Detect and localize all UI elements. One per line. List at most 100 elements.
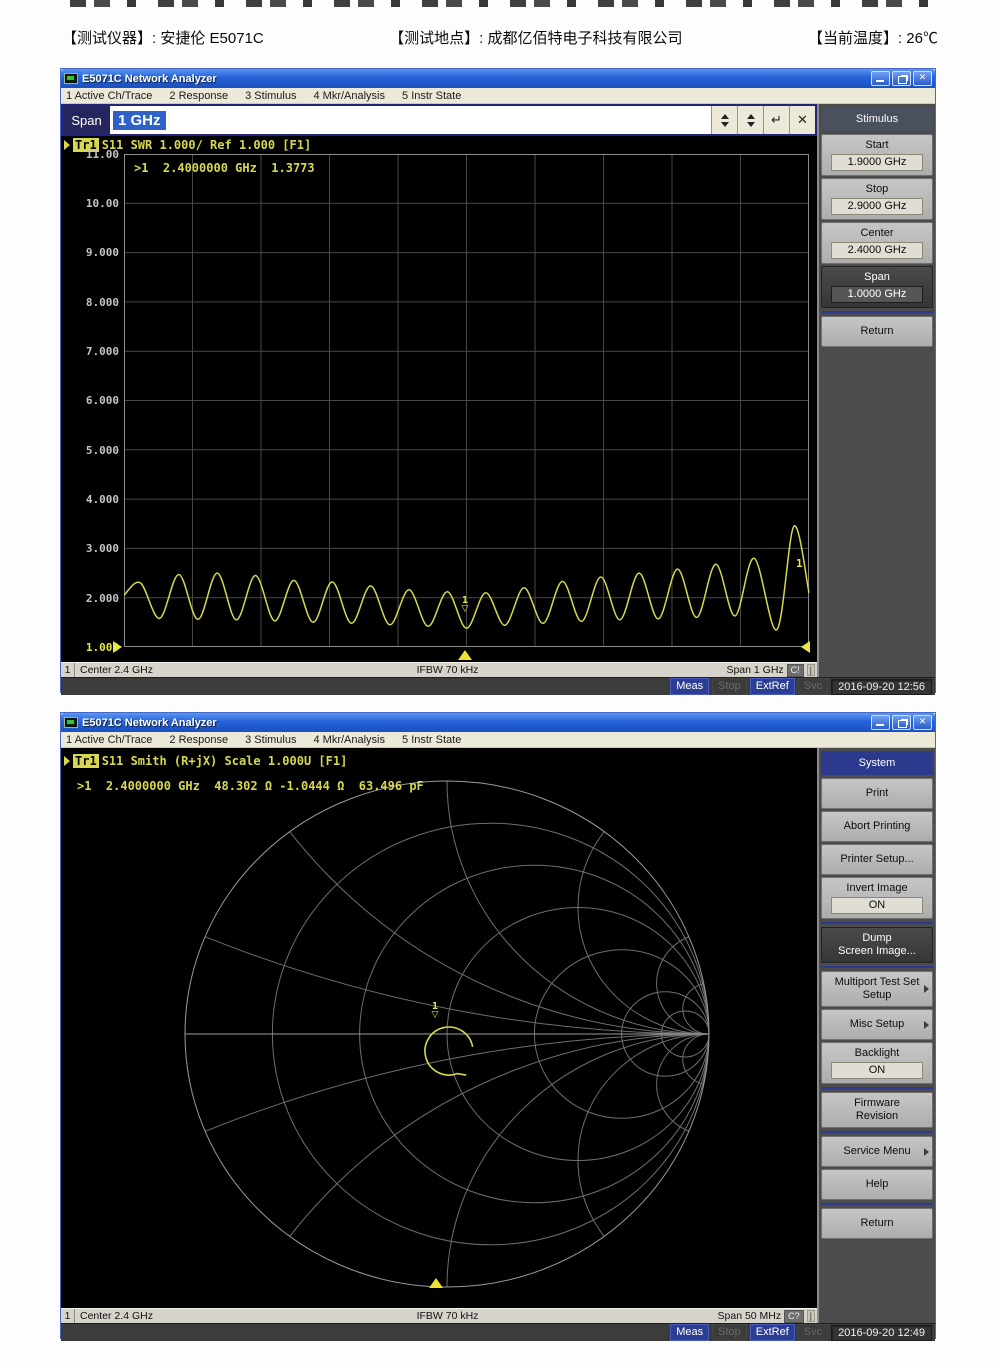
trace-tag: Tr1 (73, 754, 99, 768)
channel-number: 1 (61, 1309, 75, 1323)
y-tick-label: 5.000 (65, 444, 119, 457)
softkey-start[interactable]: Start 1.9000 GHz (821, 134, 933, 176)
close-button[interactable]: ✕ (913, 715, 932, 730)
trace-desc: S11 Smith (R+jX) Scale 1.000U [F1] (102, 754, 348, 768)
marker-readout: >1 2.4000000 GHz 48.302 Ω -1.0444 Ω 63.4… (77, 779, 424, 793)
swr-plot (124, 154, 810, 662)
menu-stimulus[interactable]: 3 Stimulus (245, 90, 296, 102)
y-tick-label: 2.000 (65, 592, 119, 605)
trace-info: Tr1S11 Smith (R+jX) Scale 1.000U [F1] (64, 754, 347, 768)
close-icon: ✕ (914, 716, 931, 729)
softkey-print[interactable]: Print (821, 778, 933, 809)
status-svc: Svc (798, 678, 828, 695)
status-extref: ExtRef (750, 678, 795, 695)
trace-number-label: 1 (796, 557, 803, 570)
menu-active-ch-trace[interactable]: 1 Active Ch/Trace (66, 90, 152, 102)
softkey-menu-title: Stimulus (821, 107, 933, 131)
strip-ifbw: IFBW 70 kHz (325, 1310, 570, 1322)
spin-up-icon (747, 114, 755, 119)
restore-icon (898, 720, 907, 728)
softkey-abort-printing[interactable]: Abort Printing (821, 811, 933, 842)
step-spinner-small[interactable] (711, 106, 737, 134)
marker-readout: >1 2.4000000 GHz 1.3773 (134, 161, 315, 175)
softkey-printer-setup[interactable]: Printer Setup... (821, 844, 933, 875)
menu-mkr-analysis[interactable]: 4 Mkr/Analysis (313, 734, 385, 746)
stop-value: 2.9000 GHz (831, 198, 923, 215)
softkey-return[interactable]: Return (821, 316, 933, 347)
menu-stimulus[interactable]: 3 Stimulus (245, 734, 296, 746)
entry-close-button[interactable]: ✕ (789, 106, 815, 134)
marker-stimulus-icon[interactable] (429, 1278, 443, 1288)
softkey-stop[interactable]: Stop 2.9000 GHz (821, 178, 933, 220)
app-icon (64, 717, 78, 728)
softkey-dump-screen-image[interactable]: Dump Screen Image... (821, 927, 933, 963)
submenu-arrow-icon (924, 985, 929, 993)
status-stop: Stop (712, 678, 747, 695)
softkey-help[interactable]: Help (821, 1169, 933, 1200)
minimize-button[interactable] (871, 715, 890, 730)
menubar: 1 Active Ch/Trace 2 Response 3 Stimulus … (61, 88, 935, 104)
softkey-misc-setup[interactable]: Misc Setup (821, 1009, 933, 1040)
caption-row: 【测试仪器】: 安捷伦 E5071C 【测试地点】: 成都亿佰特电子科技有限公司… (62, 27, 938, 48)
menubar: 1 Active Ch/Trace 2 Response 3 Stimulus … (61, 732, 935, 748)
strip-center-freq: Center 2.4 GHz (75, 664, 325, 676)
y-tick-label: 7.000 (65, 345, 119, 358)
menu-mkr-analysis[interactable]: 4 Mkr/Analysis (313, 90, 385, 102)
softkey-separator (821, 311, 933, 313)
y-tick-label: 6.000 (65, 394, 119, 407)
marker-stimulus-icon[interactable] (458, 650, 472, 660)
cal-status-badge: C! (787, 664, 804, 677)
menu-instr-state[interactable]: 5 Instr State (402, 90, 461, 102)
entry-enter-button[interactable]: ↵ (763, 106, 789, 134)
span-input[interactable]: 1 GHz (110, 106, 711, 134)
softkey-separator (821, 1203, 933, 1205)
menu-response[interactable]: 2 Response (169, 90, 228, 102)
status-meas: Meas (670, 678, 709, 695)
restore-button[interactable] (892, 715, 911, 730)
menu-active-ch-trace[interactable]: 1 Active Ch/Trace (66, 734, 152, 746)
softkey-invert-image[interactable]: Invert Image ON (821, 877, 933, 919)
channel-status-strip: 1 Center 2.4 GHz IFBW 70 kHz Span 50 MHz… (61, 1308, 817, 1323)
smith-grid (61, 748, 817, 1308)
strip-span: Span 50 MHz (718, 1310, 782, 1322)
y-tick-label: 8.000 (65, 296, 119, 309)
softkey-center[interactable]: Center 2.4000 GHz (821, 222, 933, 264)
caption-location: 【测试地点】: 成都亿佰特电子科技有限公司 (389, 27, 682, 48)
softkey-service-menu[interactable]: Service Menu (821, 1136, 933, 1167)
app-icon (64, 73, 78, 84)
softkey-firmware-revision[interactable]: Firmware Revision (821, 1092, 933, 1128)
step-spinner-large[interactable] (737, 106, 763, 134)
status-clock: 2016-09-20 12:49 (831, 1325, 932, 1341)
y-tick-label: 9.000 (65, 246, 119, 259)
menu-response[interactable]: 2 Response (169, 734, 228, 746)
y-ref-label: 1.000 (65, 641, 119, 654)
caption-instrument: 【测试仪器】: 安捷伦 E5071C (62, 27, 264, 48)
cropped-text-remnant (70, 0, 940, 7)
softkey-sidebar: System Print Abort Printing Printer Setu… (817, 748, 935, 1323)
backlight-state: ON (831, 1062, 923, 1079)
softkey-multiport-test-set[interactable]: Multiport Test Set Setup (821, 971, 933, 1007)
y-tick-label: 4.000 (65, 493, 119, 506)
softkey-return[interactable]: Return (821, 1208, 933, 1239)
softkey-span[interactable]: Span 1.0000 GHz (821, 266, 933, 308)
softkey-backlight[interactable]: Backlight ON (821, 1042, 933, 1084)
close-button[interactable]: ✕ (913, 71, 932, 86)
marker-1[interactable]: 1 ▽ (459, 596, 471, 614)
titlebar[interactable]: E5071C Network Analyzer ✕ (61, 69, 935, 88)
swr-chart-area: Tr1S11 SWR 1.000/ Ref 1.000 [F1] 11.00 1… (61, 136, 817, 662)
active-trace-arrow-icon (64, 756, 70, 766)
caption-temperature: 【当前温度】: 26℃ (808, 27, 938, 48)
submenu-arrow-icon (924, 1021, 929, 1029)
status-meas: Meas (670, 1324, 709, 1341)
smith-chart-area: Tr1S11 Smith (R+jX) Scale 1.000U [F1] >1… (61, 748, 817, 1308)
titlebar[interactable]: E5071C Network Analyzer ✕ (61, 713, 935, 732)
span-value: 1.0000 GHz (831, 286, 923, 303)
restore-button[interactable] (892, 71, 911, 86)
close-icon: ✕ (914, 72, 931, 85)
y-tick-label: 3.000 (65, 542, 119, 555)
center-value: 2.4000 GHz (831, 242, 923, 259)
restore-icon (898, 76, 907, 84)
minimize-button[interactable] (871, 71, 890, 86)
marker-1[interactable]: 1 ▽ (429, 1002, 441, 1020)
menu-instr-state[interactable]: 5 Instr State (402, 734, 461, 746)
